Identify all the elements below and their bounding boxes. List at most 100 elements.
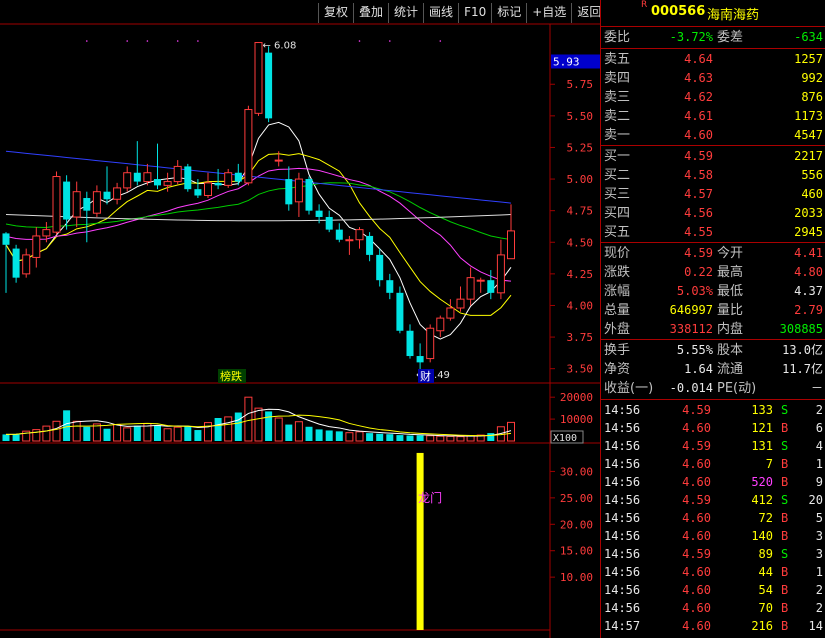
candle-down bbox=[184, 166, 192, 190]
quote-value: 4.80 bbox=[794, 265, 823, 279]
volume-bar-down bbox=[376, 433, 384, 441]
volume-bar-down bbox=[194, 430, 202, 441]
trade-row: 14:56 4.60 44 B 1 bbox=[601, 563, 825, 581]
trade-volume: 140 bbox=[751, 529, 773, 543]
quote-value: 5.03% bbox=[676, 284, 713, 298]
quote-row: 收益(一) -0.014 PE(动) － bbox=[601, 379, 825, 398]
toolbar-button-4[interactable]: F10 bbox=[458, 3, 491, 23]
ask-volume: 1257 bbox=[794, 52, 823, 66]
volume-bar-up bbox=[173, 426, 182, 442]
quote-label: 涨幅 bbox=[604, 284, 631, 299]
trade-price: 4.60 bbox=[682, 619, 711, 633]
price-tick-label: 5.75 bbox=[567, 78, 594, 91]
trade-time: 14:56 bbox=[604, 511, 641, 525]
candle-up bbox=[143, 172, 152, 183]
price-tick-label: 3.75 bbox=[567, 331, 594, 344]
quote-label: 今开 bbox=[717, 246, 744, 261]
quote-panel: R 000566 海南海药 委比 -3.72% 委差 -634 卖五 4.64 … bbox=[600, 0, 825, 638]
trade-time: 14:56 bbox=[604, 529, 641, 543]
ask-row[interactable]: 卖二 4.61 1173 bbox=[601, 107, 825, 126]
volume-bar-down bbox=[103, 428, 111, 441]
candle-up bbox=[204, 182, 212, 196]
toolbar-button-0[interactable]: 复权 bbox=[318, 3, 353, 23]
toolbar-button-6[interactable]: +自选 bbox=[526, 3, 571, 23]
candle-down bbox=[305, 179, 313, 211]
trade-time: 14:57 bbox=[604, 619, 641, 633]
candle-up bbox=[476, 279, 485, 282]
volume-bar-down bbox=[2, 434, 10, 441]
volume-bar-down bbox=[83, 426, 91, 441]
candle-down bbox=[285, 179, 293, 205]
quote-value: 11.7亿 bbox=[782, 362, 823, 376]
ask-row[interactable]: 卖四 4.63 992 bbox=[601, 69, 825, 88]
quote-value: 13.0亿 bbox=[782, 343, 823, 357]
quote-value: 4.37 bbox=[794, 284, 823, 298]
trade-price: 4.59 bbox=[682, 547, 711, 561]
volume-bar-down bbox=[214, 418, 222, 441]
bid-row[interactable]: 买一 4.59 2217 bbox=[601, 147, 825, 166]
toolbar: 复权 叠加 统计 画线 F10 标记 +自选 返回 bbox=[318, 3, 606, 23]
candle-up bbox=[507, 230, 515, 260]
toolbar-button-1[interactable]: 叠加 bbox=[353, 3, 388, 23]
ask-price: 4.63 bbox=[684, 71, 713, 85]
trade-count: 2 bbox=[815, 403, 823, 417]
volume-tick-label: 20000 bbox=[560, 391, 593, 404]
volume-bar-down bbox=[396, 435, 404, 441]
ask-row[interactable]: 卖五 4.64 1257 bbox=[601, 50, 825, 69]
price-tick-label: 5.25 bbox=[567, 141, 594, 154]
toolbar-button-2[interactable]: 统计 bbox=[388, 3, 423, 23]
trade-side: B bbox=[781, 565, 789, 579]
trade-price: 4.60 bbox=[682, 421, 711, 435]
ask-price: 4.64 bbox=[684, 52, 713, 66]
divider bbox=[601, 48, 825, 49]
trade-price: 4.59 bbox=[682, 403, 711, 417]
trade-side: S bbox=[781, 493, 789, 507]
toolbar-button-5[interactable]: 标记 bbox=[491, 3, 526, 23]
quote-label: 外盘 bbox=[604, 322, 631, 337]
candle-down bbox=[315, 210, 323, 217]
candle-down bbox=[83, 198, 91, 211]
trade-price: 4.59 bbox=[682, 493, 711, 507]
bid-row[interactable]: 买四 4.56 2033 bbox=[601, 204, 825, 223]
ma30-line bbox=[5, 182, 512, 241]
trade-time: 14:56 bbox=[604, 475, 641, 489]
volume-bar-down bbox=[315, 429, 323, 441]
ask-volume: 992 bbox=[801, 71, 823, 85]
bid-price: 4.58 bbox=[684, 168, 713, 182]
candle-up bbox=[355, 229, 364, 241]
candle-up bbox=[52, 176, 61, 233]
quote-value: 308885 bbox=[779, 322, 823, 336]
candle-down bbox=[63, 181, 71, 220]
trade-price: 4.60 bbox=[682, 601, 711, 615]
trade-time: 14:56 bbox=[604, 457, 641, 471]
price-tick-label: 4.00 bbox=[567, 299, 594, 312]
quote-row: 换手 5.55% 股本 13.0亿 bbox=[601, 341, 825, 360]
main-chart[interactable]: 5.75 5.50 5.25 5.00 4.75 4.50 4.25 4.00 3.75 3.50… bbox=[0, 0, 600, 638]
ma10-line bbox=[5, 153, 512, 316]
ask-price: 4.62 bbox=[684, 90, 713, 104]
ask-row[interactable]: 卖一 4.60 4547 bbox=[601, 126, 825, 145]
ask-label: 卖二 bbox=[604, 109, 631, 124]
ask-row[interactable]: 卖三 4.62 876 bbox=[601, 88, 825, 107]
bid-row[interactable]: 买二 4.58 556 bbox=[601, 166, 825, 185]
ask-volume: 876 bbox=[801, 90, 823, 104]
trade-row: 14:56 4.60 72 B 5 bbox=[601, 509, 825, 527]
quote-label: 最低 bbox=[717, 284, 744, 299]
candle-down bbox=[325, 216, 333, 230]
toolbar-button-3[interactable]: 画线 bbox=[423, 3, 458, 23]
bid-volume: 460 bbox=[801, 187, 823, 201]
trade-count: 14 bbox=[808, 619, 823, 633]
bid-row[interactable]: 买五 4.55 2945 bbox=[601, 223, 825, 242]
volume-bar-up bbox=[254, 407, 263, 442]
volume-bar-up bbox=[294, 421, 303, 442]
signal-dot bbox=[146, 40, 149, 42]
r-badge: R bbox=[641, 0, 648, 10]
candle-up bbox=[244, 109, 253, 184]
quote-value: 2.79 bbox=[794, 303, 823, 317]
quote-label: 现价 bbox=[604, 246, 631, 261]
trade-side: B bbox=[781, 619, 789, 633]
volume-bar-up bbox=[446, 435, 455, 442]
trade-volume: 44 bbox=[758, 565, 773, 579]
bid-row[interactable]: 买三 4.57 460 bbox=[601, 185, 825, 204]
signal-dot bbox=[358, 40, 361, 42]
